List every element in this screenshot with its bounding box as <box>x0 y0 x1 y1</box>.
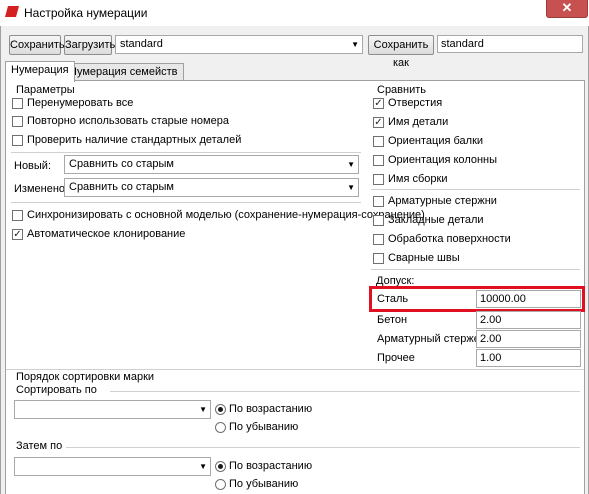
then-by-label: Затем по <box>16 440 63 452</box>
tolerance-concrete-label: Бетон <box>377 314 408 326</box>
sort-by-descending-label: По убыванию <box>229 421 299 433</box>
new-mode-select[interactable]: Сравнить со старым ▼ <box>64 155 359 174</box>
window-title: Настройка нумерации <box>24 6 148 20</box>
sort-by-ascending-radio[interactable] <box>215 404 226 415</box>
divider <box>371 189 580 190</box>
tolerance-steel-input[interactable]: 10000.00 <box>476 290 581 308</box>
changed-mode-value: Сравнить со старым <box>69 181 174 193</box>
compare-heading: Сравнить <box>377 84 427 96</box>
compare-rebars-label: Арматурные стержни <box>388 195 497 207</box>
divider <box>66 447 580 448</box>
compare-embeds-label: Закладные детали <box>388 214 484 226</box>
sort-order-heading: Порядок сортировки марки <box>16 371 155 383</box>
divider <box>11 202 361 203</box>
tolerance-other-input[interactable]: 1.00 <box>476 349 581 367</box>
compare-beam-orientation-label: Ориентация балки <box>388 135 484 147</box>
load-button[interactable]: Загрузить <box>64 35 115 55</box>
save-as-name-input[interactable]: standard <box>437 35 583 53</box>
compare-embeds-checkbox[interactable] <box>373 215 384 226</box>
compare-part-name-checkbox[interactable]: ✓ <box>373 117 384 128</box>
divider <box>6 369 584 370</box>
changed-label: Изменено: <box>14 183 69 195</box>
reuse-old-numbers-label: Повторно использовать старые номера <box>27 115 229 127</box>
close-button[interactable]: ✕ <box>546 0 588 18</box>
title-bar: Настройка нумерации ✕ <box>0 0 589 26</box>
tab-numbering[interactable]: Нумерация <box>5 61 75 82</box>
new-label: Новый: <box>14 160 52 172</box>
check-standard-parts-label: Проверить наличие стандартных деталей <box>27 134 242 146</box>
preset-select[interactable]: standard ▼ <box>115 35 363 54</box>
chevron-down-icon: ▼ <box>199 405 207 414</box>
sort-by-ascending-label: По возрастанию <box>229 403 313 415</box>
then-by-ascending-radio[interactable] <box>215 461 226 472</box>
chevron-down-icon: ▼ <box>347 183 355 192</box>
chevron-down-icon: ▼ <box>347 160 355 169</box>
params-heading: Параметры <box>16 84 75 96</box>
sync-model-checkbox[interactable] <box>12 210 23 221</box>
compare-holes-label: Отверстия <box>388 97 443 109</box>
sort-by-label: Сортировать по <box>16 384 97 396</box>
save-button[interactable]: Сохранить <box>9 35 65 55</box>
changed-mode-select[interactable]: Сравнить со старым ▼ <box>64 178 359 197</box>
sync-model-label: Синхронизировать с основной моделью (сох… <box>27 209 425 221</box>
compare-assembly-name-checkbox[interactable] <box>373 174 384 185</box>
compare-part-name-label: Имя детали <box>388 116 449 128</box>
compare-assembly-name-label: Имя сборки <box>388 173 448 185</box>
tolerance-other-label: Прочее <box>377 352 415 364</box>
tolerance-steel-label: Сталь <box>377 293 409 305</box>
reuse-old-numbers-checkbox[interactable] <box>12 116 23 127</box>
compare-surface-treatment-label: Обработка поверхности <box>388 233 511 245</box>
auto-clone-checkbox[interactable]: ✓ <box>12 229 23 240</box>
compare-column-orientation-checkbox[interactable] <box>373 155 384 166</box>
then-by-descending-radio[interactable] <box>215 479 226 490</box>
then-by-descending-label: По убыванию <box>229 478 299 490</box>
tolerance-rebar-label: Арматурный стержень <box>377 333 492 345</box>
compare-welds-label: Сварные швы <box>388 252 460 264</box>
compare-beam-orientation-checkbox[interactable] <box>373 136 384 147</box>
divider <box>110 391 580 392</box>
check-standard-parts-checkbox[interactable] <box>12 135 23 146</box>
new-mode-value: Сравнить со старым <box>69 158 174 170</box>
divider <box>11 152 361 153</box>
chevron-down-icon: ▼ <box>351 40 359 49</box>
renumber-all-checkbox[interactable] <box>12 98 23 109</box>
auto-clone-label: Автоматическое клонирование <box>27 228 186 240</box>
sort-by-descending-radio[interactable] <box>215 422 226 433</box>
compare-holes-checkbox[interactable]: ✓ <box>373 98 384 109</box>
compare-column-orientation-label: Ориентация колонны <box>388 154 498 166</box>
compare-welds-checkbox[interactable] <box>373 253 384 264</box>
save-as-button[interactable]: Сохранить как <box>368 35 434 69</box>
compare-surface-treatment-checkbox[interactable] <box>373 234 384 245</box>
sort-by-select[interactable]: ▼ <box>14 400 211 419</box>
preset-value: standard <box>120 38 163 50</box>
divider <box>371 269 580 270</box>
then-by-ascending-label: По возрастанию <box>229 460 313 472</box>
tolerance-concrete-input[interactable]: 2.00 <box>476 311 581 329</box>
renumber-all-label: Перенумеровать все <box>27 97 134 109</box>
app-icon <box>5 6 19 17</box>
chevron-down-icon: ▼ <box>199 462 207 471</box>
then-by-select[interactable]: ▼ <box>14 457 211 476</box>
tolerance-rebar-input[interactable]: 2.00 <box>476 330 581 348</box>
compare-rebars-checkbox[interactable] <box>373 196 384 207</box>
